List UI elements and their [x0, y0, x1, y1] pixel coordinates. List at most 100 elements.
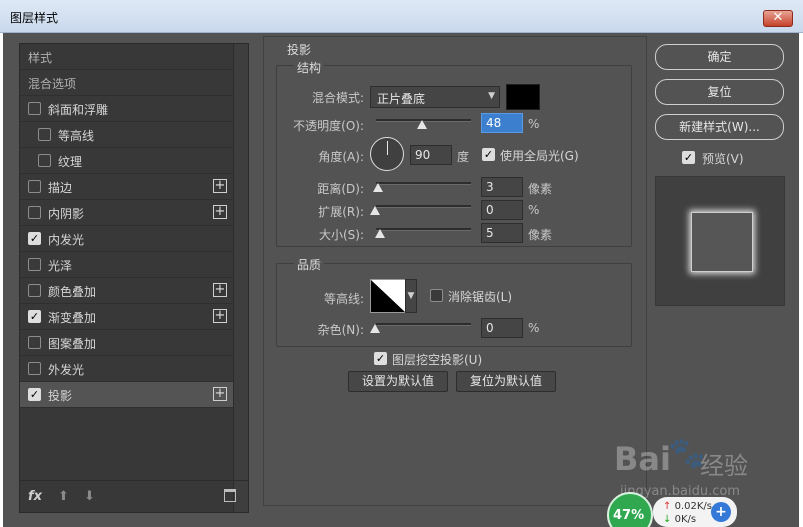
- ok-button[interactable]: 确定: [655, 44, 784, 70]
- network-percent-circle: 47%: [607, 492, 653, 527]
- add-icon[interactable]: +: [213, 205, 227, 219]
- noise-input[interactable]: 0: [481, 318, 523, 338]
- style-item-label: 图案叠加: [48, 337, 97, 351]
- opacity-input[interactable]: 48: [481, 113, 523, 133]
- add-icon[interactable]: +: [213, 387, 227, 401]
- add-icon[interactable]: +: [213, 309, 227, 323]
- distance-input[interactable]: 3: [481, 177, 523, 197]
- style-item[interactable]: 外发光: [20, 356, 233, 382]
- style-item-label: 内阴影: [48, 207, 85, 221]
- style-item-checkbox[interactable]: [28, 206, 41, 219]
- style-item-checkbox[interactable]: ✓: [28, 388, 41, 401]
- global-light-checkbox[interactable]: ✓: [482, 148, 495, 161]
- style-item-label: 纹理: [58, 155, 83, 169]
- style-item-checkbox[interactable]: ✓: [28, 310, 41, 323]
- style-item-checkbox[interactable]: [38, 128, 51, 141]
- style-item[interactable]: 描边 +: [20, 174, 233, 200]
- knockout-checkbox[interactable]: ✓: [374, 352, 387, 365]
- blend-mode-select[interactable]: 正片叠底 ▼: [370, 86, 500, 108]
- baidu-watermark-text: 经验: [700, 452, 748, 480]
- contour-chevron-down-icon[interactable]: ▼: [405, 279, 417, 313]
- style-item-checkbox[interactable]: [28, 180, 41, 193]
- style-item-checkbox[interactable]: [28, 284, 41, 297]
- style-item-label: 渐变叠加: [48, 311, 97, 325]
- styles-list-scrollbar[interactable]: [233, 44, 248, 512]
- upload-speed: ↑ 0.02K/s: [663, 501, 712, 512]
- size-unit: 像素: [528, 228, 553, 242]
- style-item[interactable]: 图案叠加: [20, 330, 233, 356]
- styles-header[interactable]: 样式: [20, 44, 233, 70]
- download-speed: ↓ 0K/s: [663, 514, 696, 525]
- angle-dial[interactable]: [370, 137, 404, 171]
- noise-slider-thumb[interactable]: [370, 324, 380, 333]
- preview-checkbox[interactable]: ✓: [682, 151, 695, 164]
- network-speed-widget[interactable]: 47% ↑ 0.02K/s ↓ 0K/s +: [607, 492, 737, 527]
- reset-button[interactable]: 复位: [655, 79, 784, 105]
- style-item-checkbox[interactable]: ✓: [28, 232, 41, 245]
- size-slider-track[interactable]: [376, 228, 471, 231]
- fx-icon[interactable]: fx: [28, 489, 42, 504]
- style-item-checkbox[interactable]: [28, 102, 41, 115]
- upload-arrow-icon: ↑: [663, 501, 672, 512]
- add-icon[interactable]: +: [213, 179, 227, 193]
- style-item-checkbox[interactable]: [28, 362, 41, 375]
- size-slider-thumb[interactable]: [375, 229, 385, 238]
- noise-label: 杂色(N):: [317, 323, 364, 337]
- blending-options-label: 混合选项: [28, 77, 77, 91]
- style-item-checkbox[interactable]: [28, 258, 41, 271]
- new-style-button[interactable]: 新建样式(W)...: [655, 114, 784, 140]
- close-icon[interactable]: ✕: [763, 10, 793, 27]
- spread-slider-track[interactable]: [376, 205, 471, 208]
- distance-unit: 像素: [528, 182, 553, 196]
- antialias-label: 消除锯齿(L): [448, 290, 513, 304]
- distance-slider-track[interactable]: [376, 182, 471, 185]
- style-item-label: 颜色叠加: [48, 285, 97, 299]
- opacity-label: 不透明度(O):: [293, 119, 364, 133]
- style-item[interactable]: ✓ 投影 +: [20, 382, 233, 408]
- plus-icon[interactable]: +: [711, 502, 731, 522]
- style-item-label: 光泽: [48, 259, 73, 273]
- upload-speed-value: 0.02K/s: [674, 501, 712, 512]
- preview-thumbnail: [691, 212, 753, 272]
- angle-input[interactable]: 90: [410, 145, 452, 165]
- make-default-button[interactable]: 设置为默认值: [348, 371, 448, 392]
- quality-title: 品质: [294, 256, 325, 273]
- style-item[interactable]: ✓ 渐变叠加 +: [20, 304, 233, 330]
- opacity-slider-thumb[interactable]: [416, 120, 427, 129]
- spread-input[interactable]: 0: [481, 200, 523, 220]
- style-item[interactable]: 斜面和浮雕: [20, 96, 233, 122]
- style-item[interactable]: 纹理: [20, 148, 233, 174]
- noise-slider-track[interactable]: [376, 323, 471, 326]
- style-item-checkbox[interactable]: [28, 336, 41, 349]
- antialias-checkbox[interactable]: [430, 289, 443, 302]
- shadow-color-swatch[interactable]: [506, 84, 540, 110]
- style-item[interactable]: 颜色叠加 +: [20, 278, 233, 304]
- reset-default-button[interactable]: 复位为默认值: [456, 371, 556, 392]
- blend-mode-value: 正片叠底: [377, 92, 426, 106]
- noise-unit: %: [528, 321, 540, 335]
- arrow-down-icon[interactable]: ⬇: [84, 489, 95, 504]
- global-light-label: 使用全局光(G): [500, 149, 579, 163]
- angle-dial-hand: [387, 141, 388, 155]
- download-arrow-icon: ↓: [663, 514, 672, 525]
- style-preview: [655, 176, 785, 306]
- style-item-checkbox[interactable]: [38, 154, 51, 167]
- arrow-up-icon[interactable]: ⬆: [58, 489, 69, 504]
- distance-label: 距离(D):: [317, 182, 364, 196]
- download-speed-value: 0K/s: [674, 514, 697, 525]
- contour-picker[interactable]: [370, 279, 406, 313]
- style-item-label: 投影: [48, 389, 73, 403]
- angle-unit: 度: [457, 150, 470, 164]
- contour-curve: [371, 280, 405, 312]
- blending-options[interactable]: 混合选项: [20, 70, 233, 96]
- trash-icon[interactable]: [224, 489, 236, 502]
- spread-slider-thumb[interactable]: [370, 206, 380, 215]
- size-input[interactable]: 5: [481, 223, 523, 243]
- add-icon[interactable]: +: [213, 283, 227, 297]
- baidu-watermark-logo: Bai: [614, 440, 671, 478]
- style-item[interactable]: 光泽: [20, 252, 233, 278]
- style-item[interactable]: 内阴影 +: [20, 200, 233, 226]
- distance-slider-thumb[interactable]: [373, 183, 383, 192]
- style-item[interactable]: 等高线: [20, 122, 233, 148]
- style-item[interactable]: ✓ 内发光: [20, 226, 233, 252]
